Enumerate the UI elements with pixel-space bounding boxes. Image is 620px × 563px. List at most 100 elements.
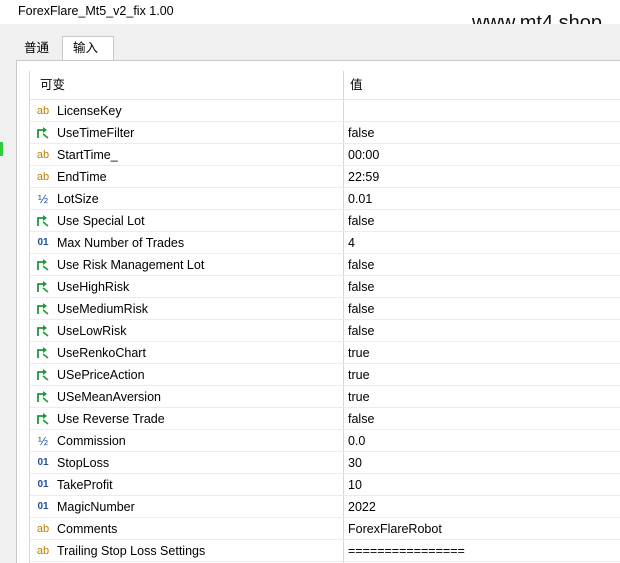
value-cell[interactable]: true: [344, 386, 620, 407]
chart-edge-mark: [0, 142, 3, 156]
variable-name: UseTimeFilter: [57, 125, 135, 140]
table-row[interactable]: Use Risk Management Lot false: [30, 254, 620, 276]
value-cell[interactable]: 0.01: [344, 188, 620, 209]
value-cell[interactable]: false: [344, 320, 620, 341]
table-row[interactable]: ½ Commission 0.0: [30, 430, 620, 452]
bool-type-icon: [36, 390, 50, 403]
string-type-icon: ab: [36, 170, 50, 183]
table-row[interactable]: 01 TakeProfit 10: [30, 474, 620, 496]
bool-type-icon: [36, 346, 50, 359]
variable-name: USeMeanAversion: [57, 389, 161, 404]
value-cell[interactable]: [344, 100, 620, 121]
table-row[interactable]: USePriceAction true: [30, 364, 620, 386]
variable-cell[interactable]: UseTimeFilter: [30, 122, 344, 143]
header-variable[interactable]: 可变: [30, 71, 344, 99]
table-row[interactable]: UseLowRisk false: [30, 320, 620, 342]
variable-name: LicenseKey: [57, 103, 122, 118]
table-row[interactable]: ab LicenseKey: [30, 100, 620, 122]
table-row[interactable]: ½ LotSize 0.01: [30, 188, 620, 210]
table-row[interactable]: Use Reverse Trade false: [30, 408, 620, 430]
variable-name: Commission: [57, 433, 126, 448]
string-type-icon: ab: [36, 104, 50, 117]
variable-cell[interactable]: USeMeanAversion: [30, 386, 344, 407]
value-cell[interactable]: 0.0: [344, 430, 620, 451]
string-type-icon: ab: [36, 544, 50, 557]
bool-type-icon: [36, 412, 50, 425]
variable-name: UseRenkoChart: [57, 345, 146, 360]
value-cell[interactable]: 22:59: [344, 166, 620, 187]
integer-type-icon: 01: [37, 456, 49, 468]
value-cell[interactable]: ================: [344, 540, 620, 561]
variable-name: USePriceAction: [57, 367, 145, 382]
string-type-icon: ab: [36, 522, 50, 535]
double-type-icon: ½: [37, 433, 48, 448]
table-row[interactable]: ab Trailing Stop Loss Settings ===========…: [30, 540, 620, 562]
value-cell[interactable]: 4: [344, 232, 620, 253]
variable-name: TakeProfit: [57, 477, 113, 492]
variable-cell[interactable]: ½ Commission: [30, 430, 344, 451]
tab-common[interactable]: 普通: [14, 38, 59, 58]
table-row[interactable]: UseMediumRisk false: [30, 298, 620, 320]
variable-name: MagicNumber: [57, 499, 135, 514]
variable-cell[interactable]: ab Trailing Stop Loss Settings: [30, 540, 344, 561]
value-cell[interactable]: 2022: [344, 496, 620, 517]
bool-type-icon: [36, 214, 50, 227]
value-cell[interactable]: false: [344, 276, 620, 297]
table-row[interactable]: Use Special Lot false: [30, 210, 620, 232]
value-cell[interactable]: 00:00: [344, 144, 620, 165]
table-row[interactable]: UseRenkoChart true: [30, 342, 620, 364]
value-cell[interactable]: ForexFlareRobot: [344, 518, 620, 539]
table-row[interactable]: ab StartTime_ 00:00: [30, 144, 620, 166]
value-cell[interactable]: false: [344, 122, 620, 143]
double-type-icon: ½: [37, 191, 48, 206]
variable-cell[interactable]: Use Special Lot: [30, 210, 344, 231]
value-cell[interactable]: false: [344, 254, 620, 275]
value-cell[interactable]: 30: [344, 452, 620, 473]
variable-cell[interactable]: ab LicenseKey: [30, 100, 344, 121]
table-row[interactable]: UseHighRisk false: [30, 276, 620, 298]
variable-name: LotSize: [57, 191, 99, 206]
variable-cell[interactable]: ab Comments: [30, 518, 344, 539]
value-cell[interactable]: true: [344, 364, 620, 385]
variable-cell[interactable]: 01 Max Number of Trades: [30, 232, 344, 253]
variable-cell[interactable]: 01 TakeProfit: [30, 474, 344, 495]
table-row[interactable]: ab EndTime 22:59: [30, 166, 620, 188]
tab-inputs[interactable]: 输入: [62, 36, 114, 61]
table-row[interactable]: UseTimeFilter false: [30, 122, 620, 144]
bool-type-icon: [36, 126, 50, 139]
variable-name: Use Risk Management Lot: [57, 257, 205, 272]
variable-name: Trailing Stop Loss Settings: [57, 543, 206, 558]
table-row[interactable]: 01 Max Number of Trades 4: [30, 232, 620, 254]
variable-cell[interactable]: UseLowRisk: [30, 320, 344, 341]
variable-cell[interactable]: UseMediumRisk: [30, 298, 344, 319]
variable-name: UseHighRisk: [57, 279, 130, 294]
bool-type-icon: [36, 258, 50, 271]
variable-name: UseLowRisk: [57, 323, 127, 338]
table-row[interactable]: ab Comments ForexFlareRobot: [30, 518, 620, 540]
value-cell[interactable]: 10: [344, 474, 620, 495]
table-row[interactable]: 01 StopLoss 30: [30, 452, 620, 474]
variable-cell[interactable]: ½ LotSize: [30, 188, 344, 209]
variable-cell[interactable]: 01 StopLoss: [30, 452, 344, 473]
variable-cell[interactable]: Use Risk Management Lot: [30, 254, 344, 275]
value-cell[interactable]: false: [344, 210, 620, 231]
variable-name: UseMediumRisk: [57, 301, 148, 316]
bool-type-icon: [36, 302, 50, 315]
bool-type-icon: [36, 280, 50, 293]
variable-name: Comments: [57, 521, 118, 536]
variable-cell[interactable]: ab EndTime: [30, 166, 344, 187]
variable-cell[interactable]: Use Reverse Trade: [30, 408, 344, 429]
variable-cell[interactable]: UseRenkoChart: [30, 342, 344, 363]
string-type-icon: ab: [36, 148, 50, 161]
variable-cell[interactable]: USePriceAction: [30, 364, 344, 385]
table-row[interactable]: 01 MagicNumber 2022: [30, 496, 620, 518]
table-row[interactable]: USeMeanAversion true: [30, 386, 620, 408]
variable-cell[interactable]: UseHighRisk: [30, 276, 344, 297]
value-cell[interactable]: false: [344, 408, 620, 429]
header-value[interactable]: 值: [344, 71, 620, 99]
variable-cell[interactable]: ab StartTime_: [30, 144, 344, 165]
value-cell[interactable]: true: [344, 342, 620, 363]
variable-cell[interactable]: 01 MagicNumber: [30, 496, 344, 517]
value-cell[interactable]: false: [344, 298, 620, 319]
variable-name: EndTime: [57, 169, 107, 184]
